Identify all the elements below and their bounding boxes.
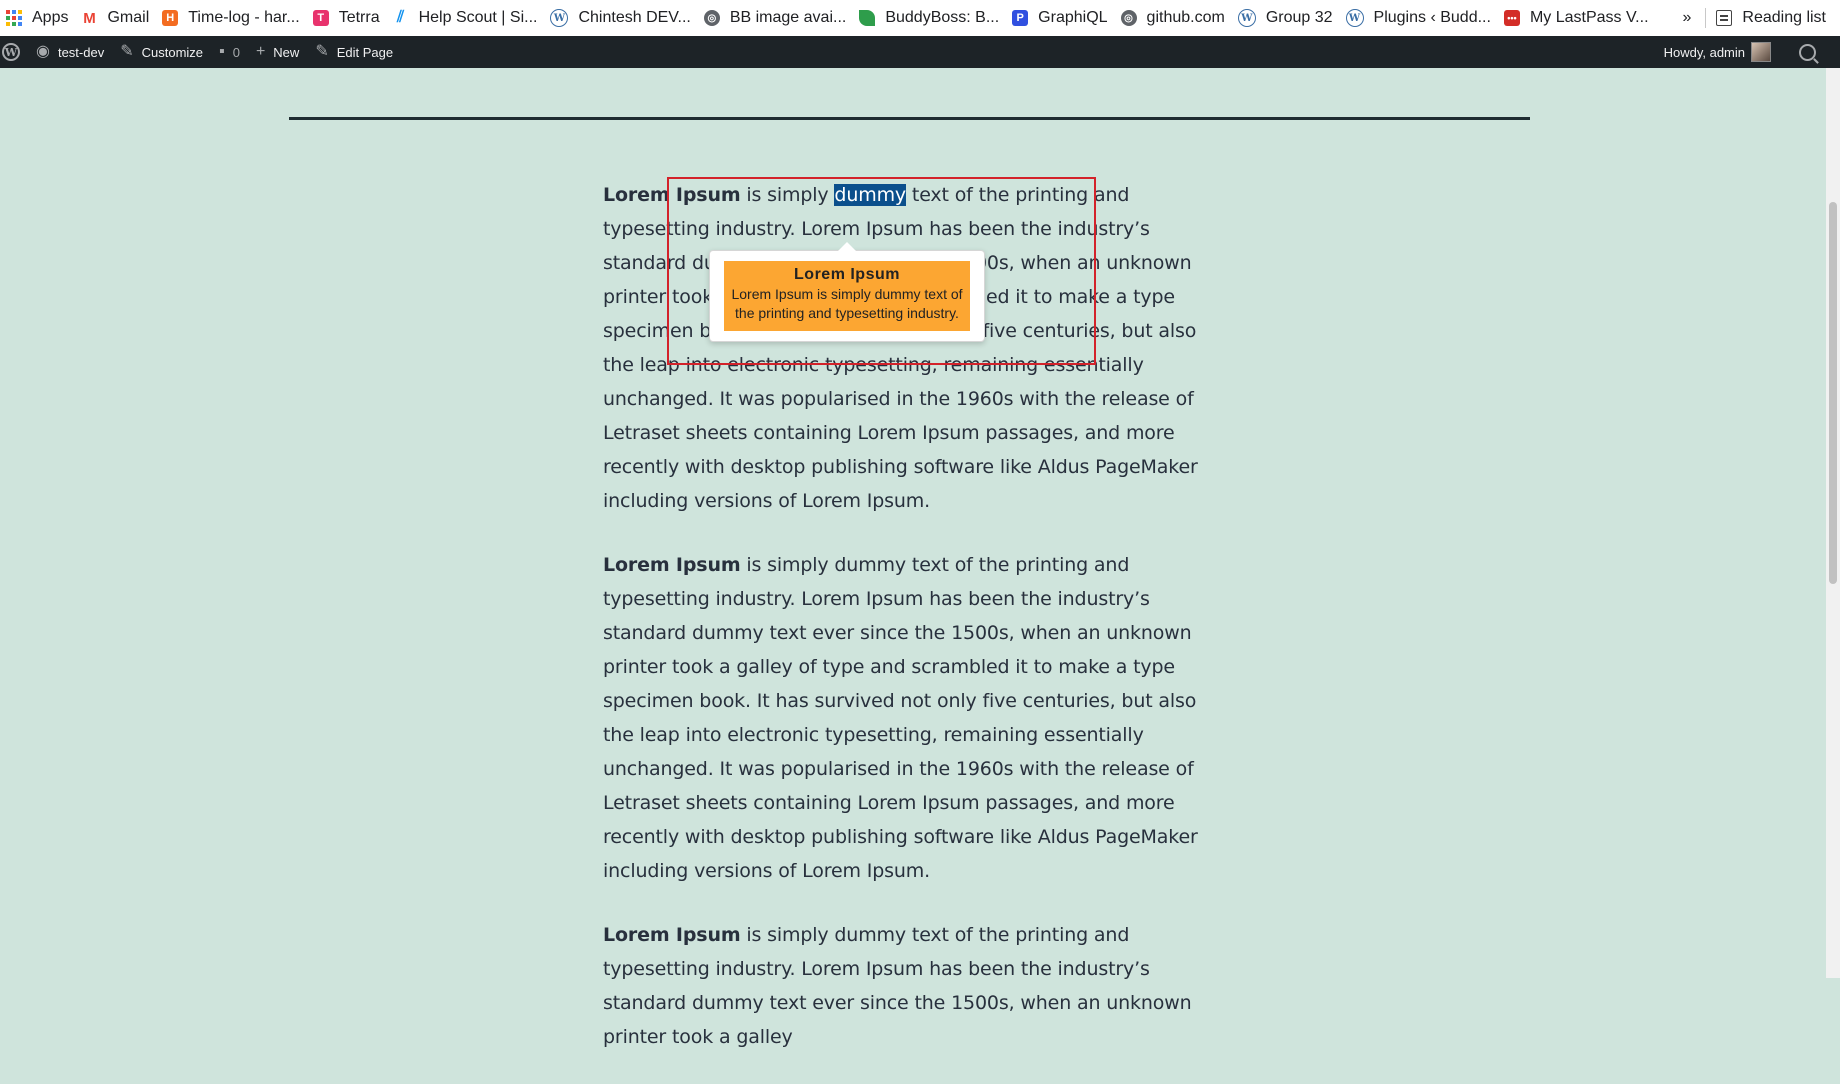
bookmark-label: BuddyBoss: B... — [885, 9, 1000, 26]
paragraph-lead: Lorem Ipsum — [603, 184, 741, 206]
scrollbar-thumb[interactable] — [1829, 202, 1837, 584]
header-divider — [289, 117, 1530, 120]
edit-page-label: Edit Page — [336, 44, 394, 60]
wordpress-icon: W — [1237, 9, 1256, 27]
customize-label: Customize — [141, 44, 204, 60]
howdy-label: Howdy, admin — [1663, 44, 1745, 60]
bookmark-label: Chintesh DEV... — [578, 9, 691, 26]
bookmark-graphiql[interactable]: P GraphiQL — [1006, 0, 1114, 36]
lastpass-icon: ••• — [1503, 10, 1520, 26]
gmail-icon: M — [83, 9, 96, 27]
bookmarks-overflow-button[interactable]: » — [1672, 9, 1705, 27]
wordpress-logo-icon: W — [2, 43, 20, 61]
paragraph: Lorem Ipsum is simply dummy text of the … — [603, 548, 1223, 888]
plus-icon: + — [255, 43, 266, 60]
page-scrollbar[interactable] — [1826, 68, 1840, 978]
bookmark-label: Group 32 — [1265, 9, 1333, 26]
my-account-menu[interactable]: Howdy, admin — [1656, 36, 1779, 68]
tetrra-icon: T — [312, 10, 329, 26]
globe-icon: ◎ — [703, 10, 720, 26]
bookmarks-divider — [1705, 8, 1707, 28]
graphiql-icon: P — [1012, 10, 1029, 26]
bookmark-gmail[interactable]: M Gmail — [75, 0, 156, 36]
bookmark-time-log[interactable]: H Time-log - har... — [156, 0, 306, 36]
helpscout-icon: ⫽ — [397, 9, 405, 26]
wp-admin-bar: W ◉ test-dev ✎ Customize ▪ 0 + New ✎ Edi… — [0, 36, 1840, 68]
selected-word[interactable]: dummy — [834, 184, 906, 206]
bookmark-group-32[interactable]: W Group 32 — [1232, 0, 1340, 36]
bookmark-bb-image[interactable]: ◎ BB image avai... — [698, 0, 854, 36]
tooltip-body: Lorem Ipsum is simply dummy text of the … — [731, 286, 963, 321]
glossary-tooltip: Lorem Ipsum Lorem Ipsum is simply dummy … — [709, 242, 985, 342]
bookmark-label: Gmail — [107, 9, 150, 26]
wordpress-icon: W — [1345, 9, 1364, 27]
bookmark-help-scout[interactable]: ⫽ Help Scout | Si... — [387, 0, 545, 36]
comment-bubble-icon: ▪ — [219, 43, 225, 60]
wordpress-icon: W — [550, 9, 569, 27]
dashboard-icon: ◉ — [36, 43, 50, 60]
reading-list-icon — [1716, 10, 1733, 26]
paragraph-text: is simply — [740, 184, 835, 206]
bookmark-label: BB image avai... — [729, 9, 847, 26]
pencil-icon: ✎ — [315, 43, 329, 60]
new-content-menu[interactable]: + New — [248, 36, 307, 68]
bookmark-plugins[interactable]: W Plugins ‹ Budd... — [1340, 0, 1498, 36]
bookmark-label: Time-log - har... — [188, 9, 300, 26]
paragraph-text: text of the printing and typesetting ind… — [603, 184, 1198, 512]
bookmark-label: My LastPass V... — [1529, 9, 1649, 26]
bookmark-label: Apps — [32, 9, 69, 26]
site-name-menu[interactable]: ◉ test-dev — [28, 36, 112, 68]
site-name: test-dev — [57, 44, 105, 60]
tooltip-title: Lorem Ipsum — [794, 266, 900, 283]
globe-icon: ◎ — [1120, 10, 1137, 26]
paintbrush-icon: ✎ — [120, 43, 134, 60]
comments-link[interactable]: ▪ 0 — [211, 36, 248, 68]
bookmarks-bar: Apps M Gmail H Time-log - har... T Tetrr… — [0, 0, 1840, 36]
bookmark-lastpass[interactable]: ••• My LastPass V... — [1498, 0, 1656, 36]
bookmark-label: Plugins ‹ Budd... — [1373, 9, 1491, 26]
bookmark-label: github.com — [1146, 9, 1225, 26]
wp-logo-menu[interactable]: W — [0, 36, 28, 68]
paragraph-lead: Lorem Ipsum — [603, 924, 741, 946]
avatar — [1751, 42, 1771, 62]
harvest-icon: H — [162, 10, 179, 26]
reading-list-button[interactable]: Reading list — [1742, 9, 1826, 27]
bookmark-label: GraphiQL — [1038, 9, 1108, 26]
paragraph: Lorem Ipsum is simply dummy text of the … — [603, 178, 1223, 518]
bookmark-chintesh-dev[interactable]: W Chintesh DEV... — [544, 0, 697, 36]
edit-page-link[interactable]: ✎ Edit Page — [307, 36, 401, 68]
new-label: New — [273, 44, 300, 60]
page-content: Lorem Ipsum is simply dummy text of the … — [0, 68, 1826, 1048]
leaf-icon — [859, 10, 876, 26]
paragraph-text: is simply dummy text of the printing and… — [603, 554, 1198, 882]
bookmark-github[interactable]: ◎ github.com — [1115, 0, 1232, 36]
paragraph: Lorem Ipsum is simply dummy text of the … — [603, 918, 1223, 1054]
bookmark-label: Help Scout | Si... — [418, 9, 538, 26]
paragraph-lead: Lorem Ipsum — [603, 554, 741, 576]
comments-count: 0 — [232, 44, 240, 60]
bookmark-buddyboss[interactable]: BuddyBoss: B... — [853, 0, 1006, 36]
customize-link[interactable]: ✎ Customize — [112, 36, 211, 68]
search-icon[interactable] — [1799, 43, 1816, 61]
bookmark-apps[interactable]: Apps — [0, 0, 75, 36]
bookmark-label: Tetrra — [338, 9, 380, 26]
bookmark-tetrra[interactable]: T Tetrra — [307, 0, 387, 36]
tooltip-content: Lorem Ipsum Lorem Ipsum is simply dummy … — [724, 261, 970, 331]
apps-grid-icon — [6, 10, 22, 26]
